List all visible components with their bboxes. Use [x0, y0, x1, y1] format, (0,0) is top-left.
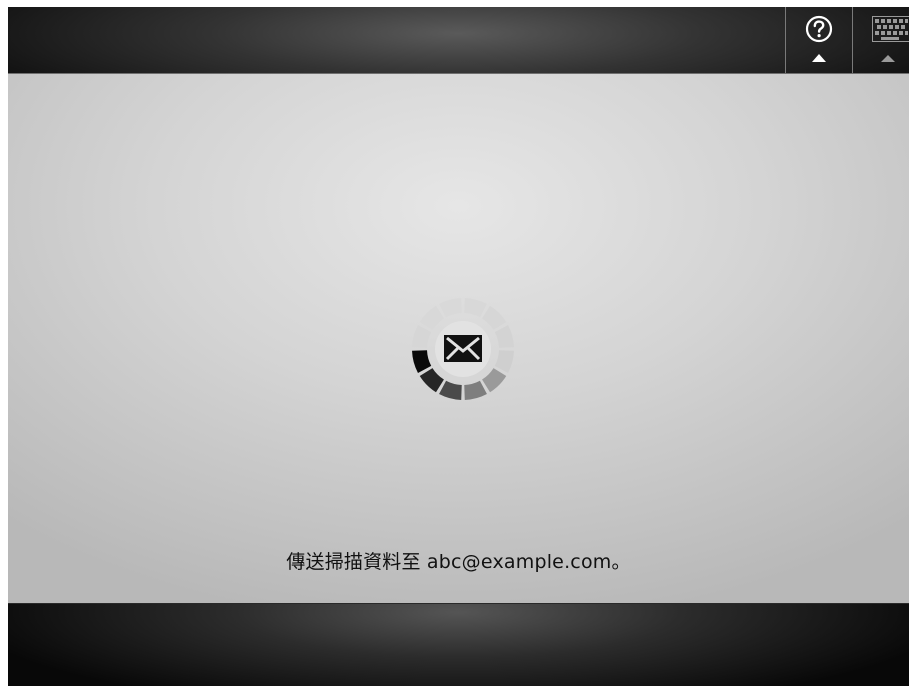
status-message: 傳送掃描資料至 abc@example.com。 — [286, 551, 631, 573]
spinner-segment — [419, 305, 444, 330]
bottom-bar — [8, 603, 909, 686]
spinner-segment — [412, 350, 432, 373]
spinner-segment — [494, 350, 514, 373]
spinner-segment — [482, 305, 507, 330]
spinner-segment — [464, 380, 487, 400]
help-button[interactable] — [785, 7, 852, 73]
spinner-segment — [482, 368, 507, 393]
spinner-segment — [439, 298, 462, 318]
main-panel: 傳送掃描資料至 abc@example.com。 — [8, 74, 909, 603]
spinner-segment — [494, 325, 514, 348]
help-question-icon — [805, 15, 833, 43]
keyboard-icon — [872, 16, 909, 42]
scanner-screen: 傳送掃描資料至 abc@example.com。 — [8, 7, 909, 686]
loading-spinner — [412, 298, 514, 400]
spinner-segment — [412, 325, 432, 348]
top-bar — [8, 7, 909, 74]
envelope-icon — [444, 335, 482, 362]
help-expand-caret-icon — [812, 54, 826, 62]
keyboard-expand-caret-icon — [881, 55, 895, 62]
spinner-segment — [464, 298, 487, 318]
spinner-segment — [439, 380, 462, 400]
spinner-segment — [419, 368, 444, 393]
keyboard-button[interactable] — [852, 7, 909, 73]
